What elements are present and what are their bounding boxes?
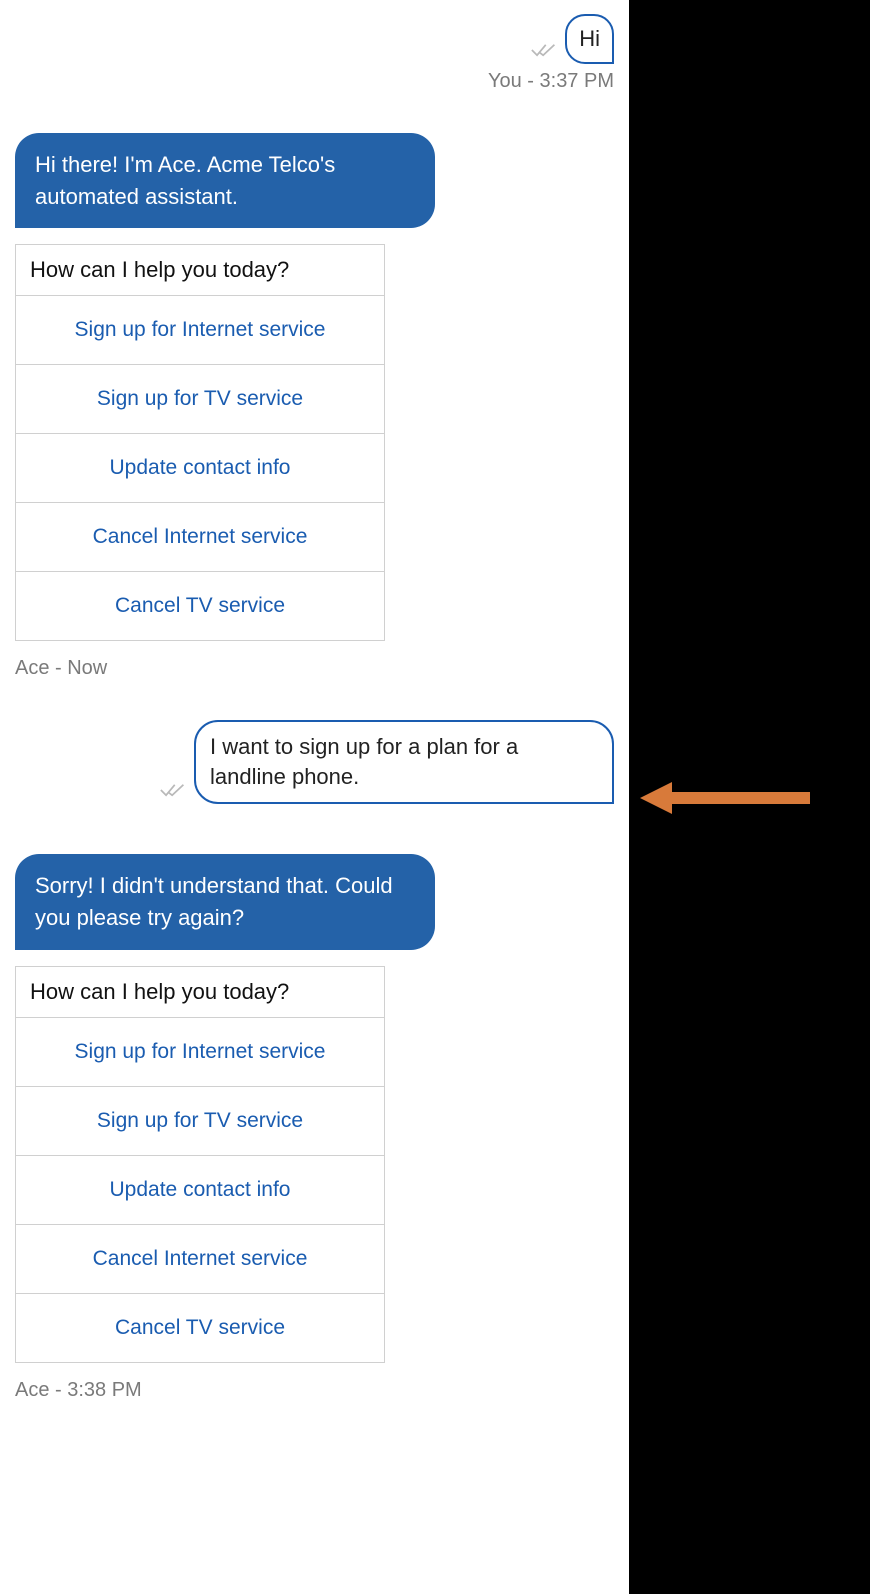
- option-cancel-internet[interactable]: Cancel Internet service: [16, 1225, 384, 1294]
- double-check-icon: [531, 41, 557, 64]
- user-message-row: I want to sign up for a plan for a landl…: [15, 720, 614, 803]
- option-signup-internet[interactable]: Sign up for Internet service: [16, 1018, 384, 1087]
- bot-message-bubble: Sorry! I didn't understand that. Could y…: [15, 854, 435, 950]
- option-cancel-tv[interactable]: Cancel TV service: [16, 572, 384, 640]
- bot-message-meta: Ace - 3:38 PM: [15, 1379, 614, 1402]
- options-card: How can I help you today? Sign up for In…: [15, 966, 385, 1363]
- options-card: How can I help you today? Sign up for In…: [15, 244, 385, 641]
- chat-area: Hi You - 3:37 PM Hi there! I'm Ace. Acme…: [0, 0, 629, 1594]
- user-message-row: Hi: [15, 14, 614, 64]
- user-message-text: Hi: [579, 26, 600, 51]
- option-signup-tv[interactable]: Sign up for TV service: [16, 1087, 384, 1156]
- option-signup-tv[interactable]: Sign up for TV service: [16, 365, 384, 434]
- options-header: How can I help you today?: [16, 967, 384, 1018]
- option-cancel-tv[interactable]: Cancel TV service: [16, 1294, 384, 1362]
- option-signup-internet[interactable]: Sign up for Internet service: [16, 296, 384, 365]
- options-header: How can I help you today?: [16, 245, 384, 296]
- option-update-contact[interactable]: Update contact info: [16, 1156, 384, 1225]
- option-update-contact[interactable]: Update contact info: [16, 434, 384, 503]
- user-message-bubble: I want to sign up for a plan for a landl…: [194, 720, 614, 803]
- user-message-meta: You - 3:37 PM: [15, 70, 614, 93]
- bot-message-meta: Ace - Now: [15, 657, 614, 680]
- annotation-arrow-icon: [640, 778, 810, 823]
- double-check-icon: [160, 781, 186, 804]
- option-cancel-internet[interactable]: Cancel Internet service: [16, 503, 384, 572]
- user-message-bubble: Hi: [565, 14, 614, 64]
- bot-message-text: Hi there! I'm Ace. Acme Telco's automate…: [35, 152, 335, 209]
- bot-message-text: Sorry! I didn't understand that. Could y…: [35, 873, 393, 930]
- user-message-text: I want to sign up for a plan for a landl…: [210, 734, 518, 789]
- bot-message-bubble: Hi there! I'm Ace. Acme Telco's automate…: [15, 133, 435, 229]
